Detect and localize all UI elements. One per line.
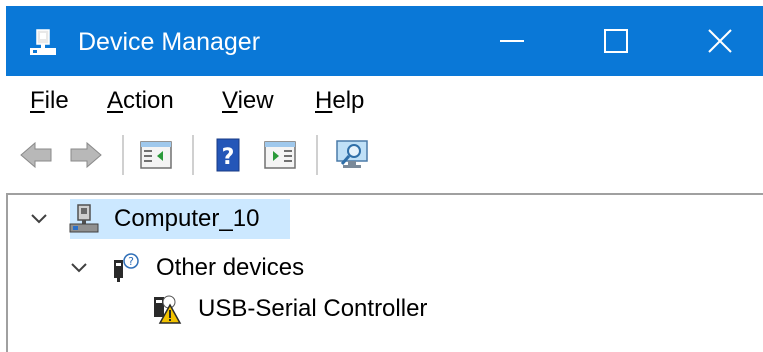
tree-label-other-devices: Other devices xyxy=(156,254,305,281)
menu-file-label: ile xyxy=(44,87,69,114)
device-manager-icon xyxy=(30,29,56,55)
menu-view-label: iew xyxy=(237,87,274,114)
toolbar-separator xyxy=(122,135,124,175)
minimize-button[interactable] xyxy=(478,6,546,76)
warning-device-icon xyxy=(154,295,182,324)
menu-view-access-key: V xyxy=(222,87,238,114)
window-title: Device Manager xyxy=(78,28,261,56)
help-button[interactable]: ? xyxy=(210,137,246,173)
toolbar: ? xyxy=(6,125,763,185)
tree-label-usb-serial-controller: USB-Serial Controller xyxy=(198,295,428,322)
tree-label-computer: Computer_10 xyxy=(114,205,260,232)
menu-help[interactable]: Help xyxy=(315,86,364,116)
menu-help-access-key: H xyxy=(315,87,333,114)
menu-help-label: elp xyxy=(332,87,365,114)
chevron-down-icon[interactable] xyxy=(70,261,88,275)
svg-text:?: ? xyxy=(222,145,235,170)
show-hide-console-tree-icon xyxy=(140,141,172,169)
menu-action-access-key: A xyxy=(107,87,124,114)
chevron-down-icon[interactable] xyxy=(30,212,48,226)
show-hide-action-pane-button[interactable] xyxy=(262,137,298,173)
maximize-icon xyxy=(604,29,628,53)
show-hide-action-pane-icon xyxy=(264,141,296,169)
device-tree[interactable]: Computer_10 ? Other devices USB-Serial C… xyxy=(6,193,763,352)
help-icon: ? xyxy=(216,138,240,172)
minimize-icon xyxy=(500,40,524,42)
menu-file-access-key: F xyxy=(30,87,45,114)
back-button[interactable] xyxy=(18,137,54,173)
menu-action[interactable]: Action xyxy=(107,86,174,116)
unknown-device-icon: ? xyxy=(114,253,139,282)
close-button[interactable] xyxy=(686,6,754,76)
title-bar[interactable]: Device Manager xyxy=(6,6,763,76)
menu-action-label: ction xyxy=(123,87,174,114)
maximize-button[interactable] xyxy=(582,6,650,76)
scan-hardware-icon xyxy=(336,140,368,168)
tree-node-computer[interactable]: Computer_10 xyxy=(30,199,290,239)
tree-node-usb-serial-controller[interactable]: USB-Serial Controller xyxy=(148,289,508,329)
menu-file[interactable]: File xyxy=(30,86,69,116)
menu-view[interactable]: View xyxy=(222,86,274,116)
svg-text:?: ? xyxy=(128,255,134,268)
show-hide-console-tree-button[interactable] xyxy=(138,137,174,173)
toolbar-separator xyxy=(192,135,194,175)
toolbar-separator xyxy=(316,135,318,175)
menu-bar: File Action View Help xyxy=(6,76,763,125)
scan-hardware-button[interactable] xyxy=(334,137,370,173)
back-arrow-icon xyxy=(20,141,52,169)
forward-button[interactable] xyxy=(68,137,104,173)
close-icon xyxy=(708,29,732,53)
tree-node-other-devices[interactable]: ? Other devices xyxy=(70,248,370,288)
forward-arrow-icon xyxy=(70,141,102,169)
computer-icon xyxy=(69,204,99,233)
